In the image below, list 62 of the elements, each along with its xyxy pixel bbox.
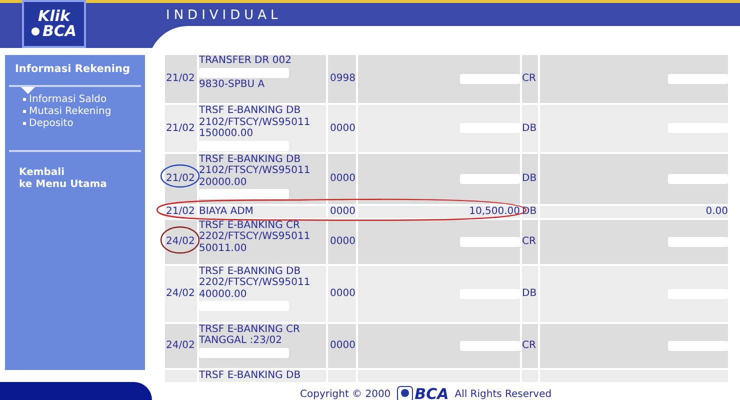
date-cell: 21/02 <box>165 206 197 218</box>
branch-cell: 0000 <box>328 266 356 322</box>
date-cell: 21/02 <box>165 154 197 204</box>
type-cell: DB <box>522 154 538 204</box>
description-line: 150000.00 <box>199 128 254 140</box>
sidebar-heading: Informasi Rekening <box>14 62 131 77</box>
description-line: TRSF E-BANKING CR <box>199 324 300 335</box>
description-line: TRSF E-BANKING DB <box>199 105 301 116</box>
logo-text: BCA <box>42 24 77 39</box>
footer-logo-text: BCA <box>414 384 449 400</box>
bullet-icon <box>23 122 26 126</box>
description-line: 2202/FTSCY/WS95011 <box>199 231 310 242</box>
type-cell: CR <box>522 220 538 264</box>
copyright-text: Copyright © 2000 <box>300 388 391 400</box>
branch-cell: 0000 <box>328 206 356 218</box>
date-cell: 21/02 <box>165 105 197 152</box>
description-line: TANGGAL :23/02 <box>199 335 282 346</box>
description-line: TRANSFER DR 002 <box>199 55 292 66</box>
date-cell <box>165 370 197 382</box>
description-line: 9830-SPBU A <box>199 78 265 90</box>
logo[interactable]: Klik BCA <box>22 0 86 48</box>
bullet-icon <box>23 110 26 114</box>
date-cell: 24/02 <box>165 266 197 322</box>
description-line: TRSF E-BANKING DB <box>199 370 301 381</box>
back-link[interactable]: Kembali <box>19 166 65 179</box>
page-title: INDIVIDUAL <box>166 7 282 25</box>
branch-cell: 0000 <box>328 324 356 368</box>
branch-cell: 0000 <box>328 105 356 152</box>
sidebar-link[interactable]: Informasi Saldo <box>23 94 145 106</box>
description-line: 50011.00 <box>199 242 247 254</box>
date-cell: 24/02 <box>165 324 197 368</box>
description-line: 2102/FTSCY/WS95011 <box>199 116 310 128</box>
branch-cell: 0998 <box>328 55 356 103</box>
type-cell: DB <box>522 105 538 152</box>
type-cell: CR <box>522 324 538 368</box>
type-cell: DB <box>522 266 538 322</box>
description-line: 2202/FTSCY/WS95011 <box>199 277 310 288</box>
rights-text: All Rights Reserved <box>454 388 552 400</box>
date-cell: 21/02 <box>165 55 197 103</box>
date-cell: 24/02 <box>165 220 197 264</box>
branch-cell: 0000 <box>328 220 356 264</box>
balance-cell: 0.00 <box>540 206 728 218</box>
amount-cell: 10,500.00 <box>358 206 520 218</box>
type-cell <box>522 370 538 382</box>
bank-emblem-icon <box>31 27 40 36</box>
description-line: 20000.00 <box>199 176 247 188</box>
sidebar-link[interactable]: Mutasi Rekening <box>23 106 145 118</box>
description-line: BIAYA ADM <box>199 206 254 217</box>
description-line: TRSF E-BANKING DB <box>199 154 301 165</box>
description-line: 2102/FTSCY/WS95011 <box>199 165 310 176</box>
description-line: TRSF E-BANKING DB <box>199 266 301 277</box>
description-line: 40000.00 <box>199 288 247 300</box>
description-line: TRSF E-BANKING CR <box>199 220 300 231</box>
bank-emblem-icon <box>396 386 413 400</box>
back-link[interactable]: ke Menu Utama <box>19 178 107 191</box>
sidebar-link[interactable]: Deposito <box>23 118 145 130</box>
bullet-icon <box>23 98 26 102</box>
branch-cell <box>328 370 356 382</box>
branch-cell: 0000 <box>328 154 356 204</box>
triangle-icon <box>21 86 35 94</box>
logo-text: Klik <box>38 9 70 24</box>
type-cell: CR <box>522 55 538 103</box>
